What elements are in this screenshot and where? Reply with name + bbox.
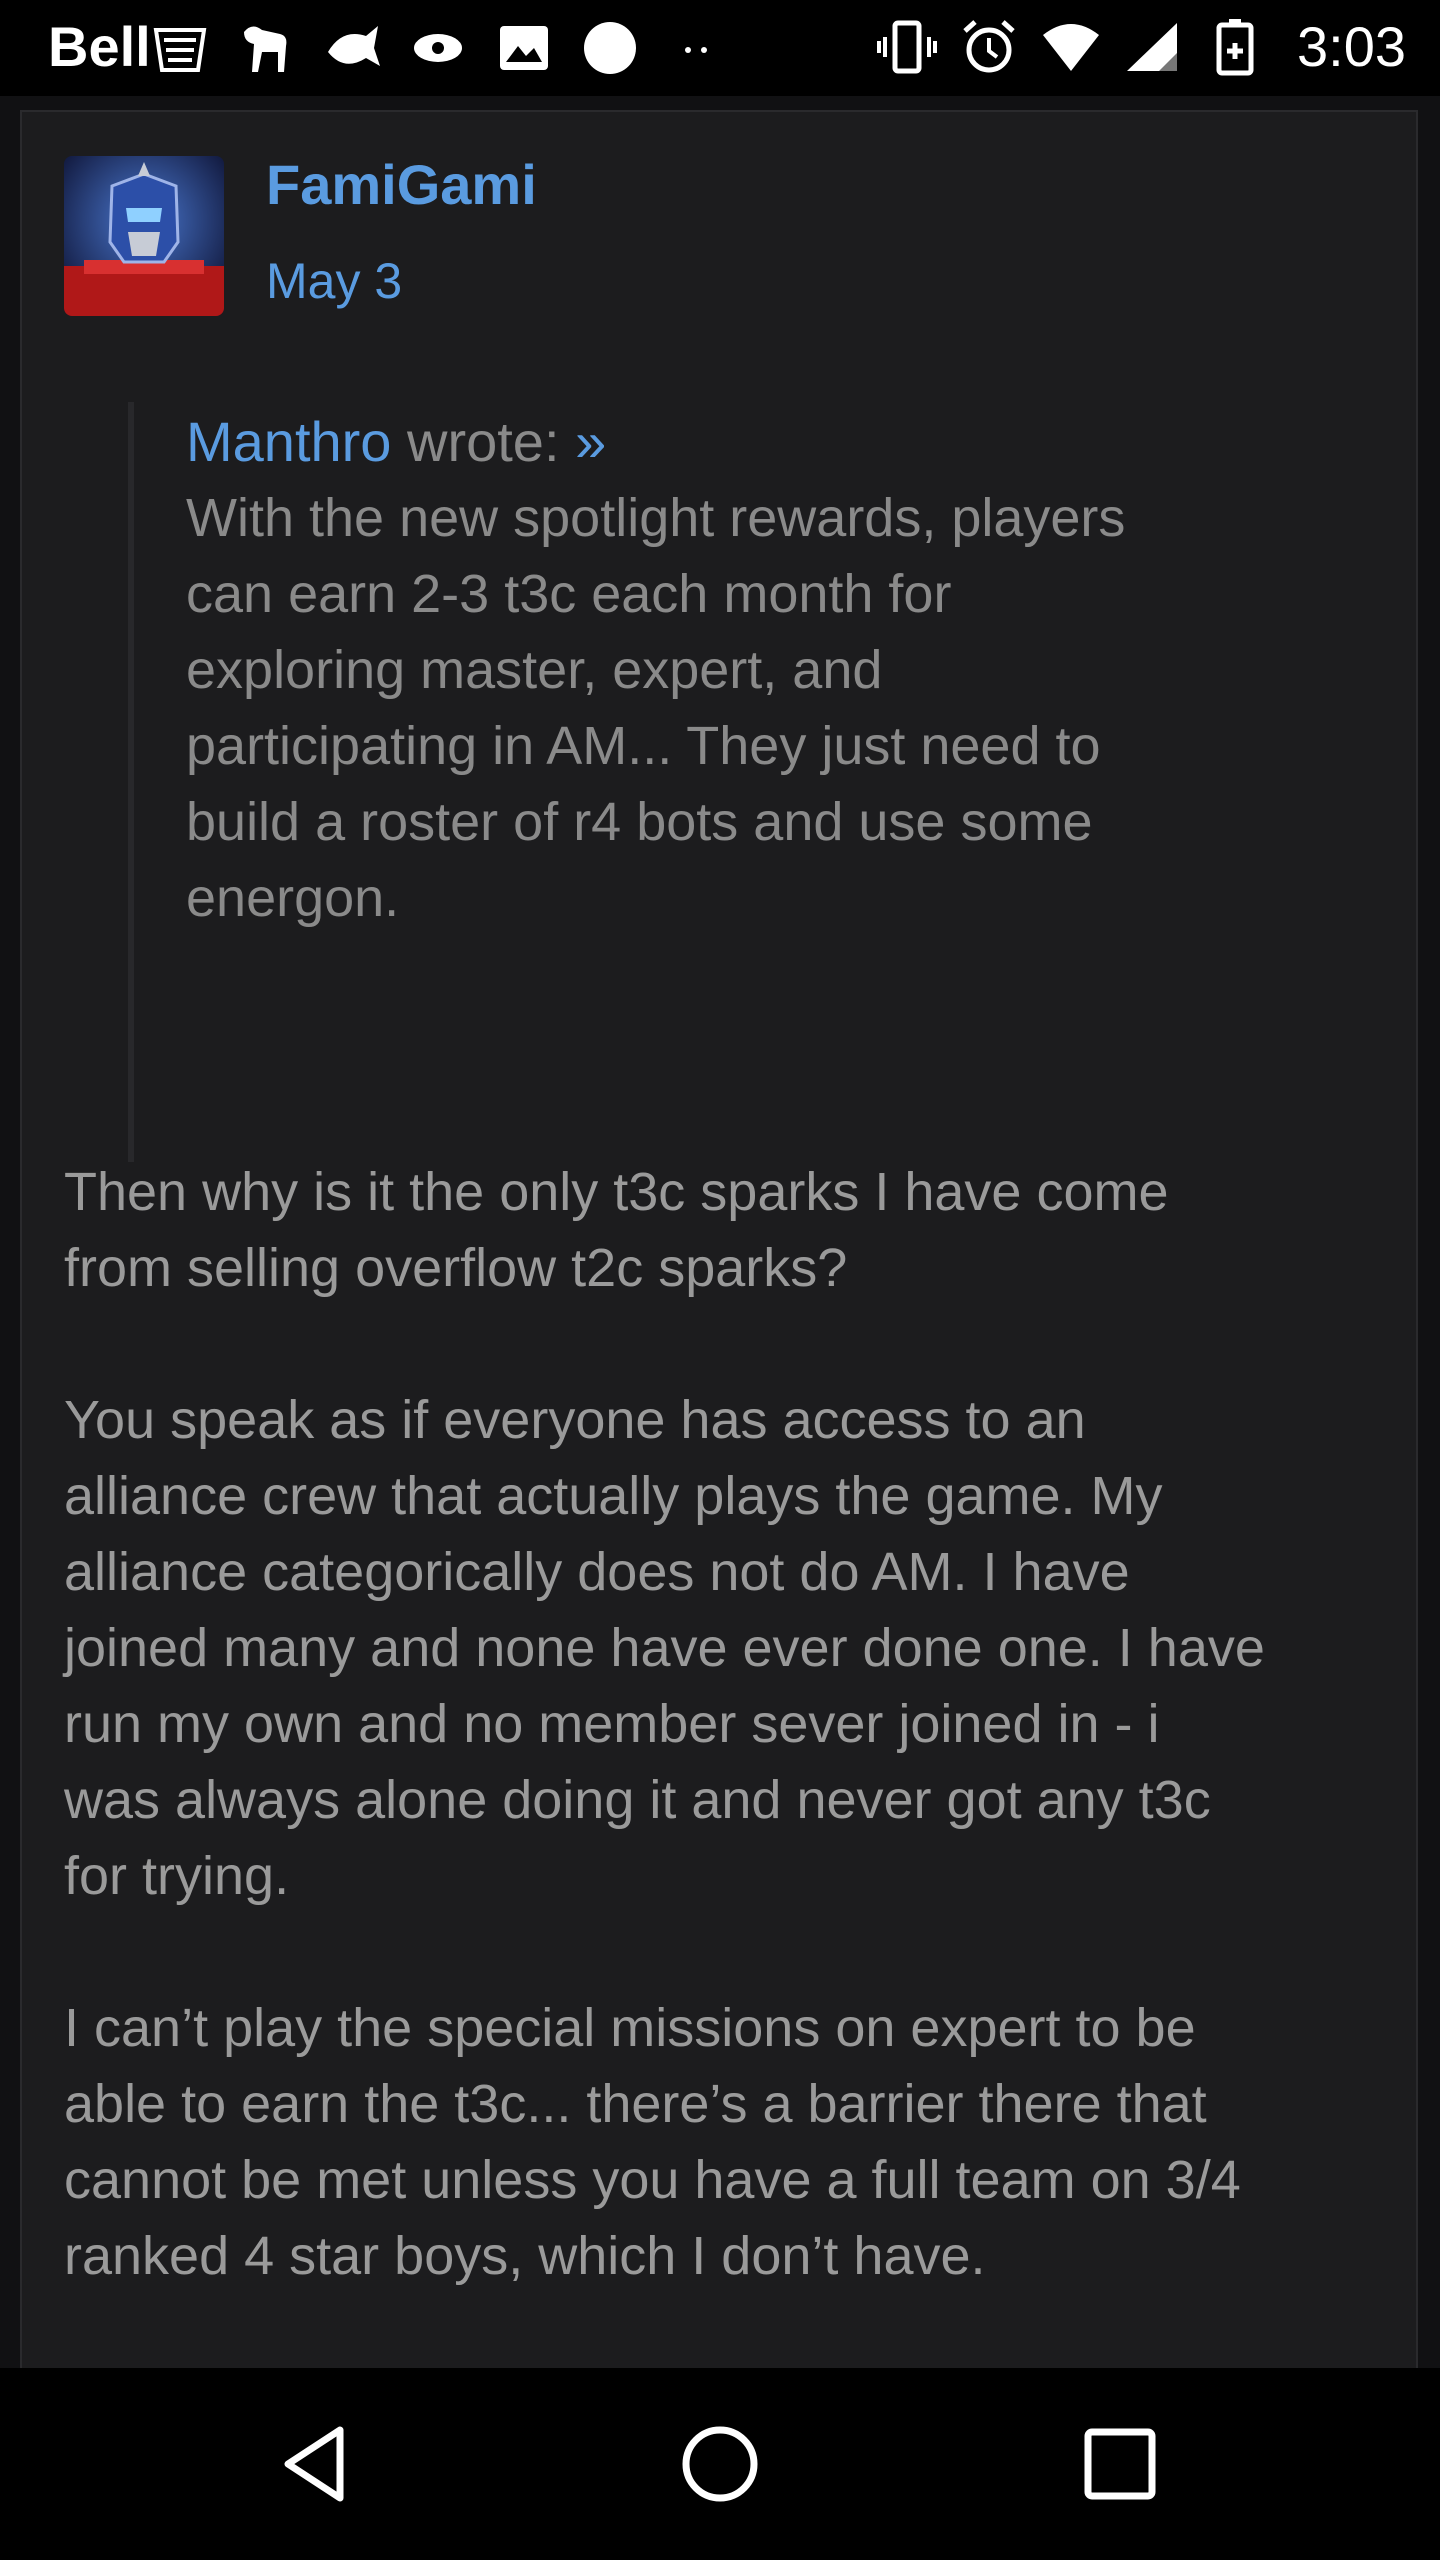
dog-icon	[236, 18, 296, 78]
recents-icon	[1084, 2428, 1156, 2500]
quote-jump-link[interactable]: »	[575, 410, 606, 473]
quote-header: Manthro wrote: »	[186, 404, 1278, 480]
system-icons: 3:03	[877, 14, 1440, 79]
battery-charging-icon	[1205, 17, 1265, 77]
clock: 3:03	[1297, 15, 1406, 78]
carrier-label: Bell	[48, 15, 151, 78]
post-date[interactable]: May 3	[266, 252, 402, 310]
wifi-icon	[1041, 17, 1101, 77]
more-dots-icon	[666, 18, 726, 78]
starbucks-icon	[150, 18, 210, 78]
avatar[interactable]	[64, 156, 224, 316]
notification-icons	[150, 18, 726, 78]
image-icon	[494, 18, 554, 78]
status-bar: Bell 3:03	[0, 0, 1440, 96]
back-button[interactable]	[272, 2416, 368, 2512]
home-icon	[682, 2426, 758, 2502]
navigation-bar	[0, 2368, 1440, 2560]
alarm-icon	[959, 17, 1019, 77]
back-icon	[284, 2426, 344, 2502]
quote-block: Manthro wrote: » With the new spotlight …	[128, 402, 1278, 1162]
post-paragraph: Then why is it the only t3c sparks I hav…	[64, 1162, 1169, 1298]
quote-author-link[interactable]: Manthro	[186, 410, 391, 473]
post-paragraph: You speak as if everyone has access to a…	[64, 1390, 1265, 1906]
recents-button[interactable]	[1072, 2416, 1168, 2512]
home-button[interactable]	[672, 2416, 768, 2512]
post-body: Then why is it the only t3c sparks I hav…	[64, 1154, 1404, 2370]
avatar-image	[64, 156, 224, 316]
post-author-link[interactable]: FamiGami	[266, 152, 537, 217]
blob-icon	[408, 18, 468, 78]
circle-icon	[580, 18, 640, 78]
quote-text: With the new spotlight rewards, players …	[186, 488, 1126, 928]
vibrate-icon	[877, 17, 937, 77]
post-card: FamiGami May 3 Manthro wrote: » With the…	[20, 110, 1418, 2410]
post-paragraph: I can’t play the special missions on exp…	[64, 1998, 1241, 2286]
page: FamiGami May 3 Manthro wrote: » With the…	[0, 96, 1440, 2410]
quote-wrote-label: wrote:	[407, 410, 560, 473]
signal-icon	[1123, 17, 1183, 77]
fish-icon	[322, 18, 382, 78]
